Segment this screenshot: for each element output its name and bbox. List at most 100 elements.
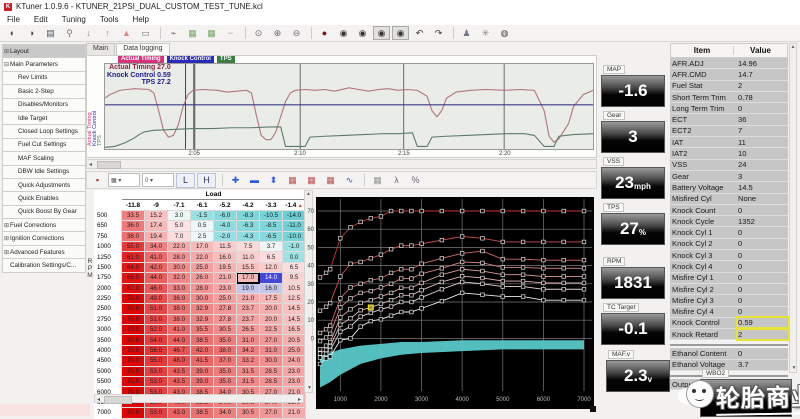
zoom-out-icon[interactable]: ⊖ (288, 26, 305, 40)
gear-icon[interactable]: ✳ (477, 26, 494, 40)
grid-cell[interactable]: 28.5 (259, 376, 283, 388)
grid-cell[interactable]: 21.0 (213, 272, 237, 284)
scrollbar-thumb[interactable] (97, 161, 121, 169)
window-icon[interactable]: ▭ (137, 26, 154, 40)
grid-cell[interactable]: 42.0 (144, 261, 168, 274)
grid-cell[interactable]: 41.0 (167, 324, 191, 336)
sidebar-item-main-parameters[interactable]: ⊟ Main Parameters (2, 58, 86, 72)
grid-cell[interactable]: 46.7 (167, 344, 191, 357)
grid-cell[interactable]: 70.0 (121, 292, 145, 305)
grid-cell[interactable]: 52.0 (144, 324, 168, 336)
grid-cell[interactable]: 16.0 (213, 251, 237, 263)
grid-cell[interactable]: 32.9 (190, 313, 214, 326)
tab-main[interactable]: Main (86, 43, 116, 55)
grid-cell[interactable]: 35.5 (190, 324, 214, 336)
grid-cell[interactable]: 30.0 (167, 261, 191, 274)
logging-graph[interactable] (104, 63, 594, 150)
menu-tools[interactable]: Tools (93, 15, 126, 24)
grid-cell[interactable]: 28.5 (259, 365, 283, 378)
grid-cell[interactable]: 51.0 (144, 303, 168, 315)
datalog4-icon[interactable]: ◉ (392, 26, 409, 40)
row-header[interactable]: 650 (94, 220, 122, 232)
col-header[interactable]: -4.2 (237, 200, 260, 210)
row-header[interactable]: 2750 (94, 314, 122, 325)
tab-data-logging[interactable]: Data logging (116, 43, 170, 55)
row-header[interactable]: 5500 (94, 376, 122, 387)
grid-cell[interactable]: 41.5 (190, 355, 214, 367)
table-green2-icon[interactable]: ▦ (203, 26, 220, 40)
legend-chip-knock-control[interactable]: Knock Control (166, 56, 214, 63)
undo-icon[interactable]: ↶ (411, 26, 428, 40)
grid-cell[interactable]: 46.0 (144, 282, 168, 294)
grid-cell[interactable]: 44.0 (167, 334, 191, 346)
grid-cell[interactable]: 25.0 (213, 292, 237, 305)
grid-cell[interactable]: 61.0 (121, 251, 145, 263)
web-icon[interactable]: ◍ (496, 26, 513, 40)
sidebar-item-layout[interactable]: ⊞ Layout (2, 44, 86, 59)
grid-cell[interactable]: 70.0 (121, 303, 145, 315)
grid-cell[interactable]: 70.0 (121, 313, 145, 326)
grid-cell[interactable]: 30.5 (213, 324, 237, 336)
grid-cell[interactable]: 30.0 (190, 292, 214, 305)
grid-cell[interactable]: 55.0 (144, 355, 168, 367)
grid-cell[interactable]: 33.5 (121, 209, 145, 222)
grid-cell[interactable]: 12.0 (259, 261, 283, 274)
grid-cell[interactable]: 27.8 (213, 313, 237, 326)
grid-cell[interactable]: 16.0 (259, 282, 283, 294)
sidebar-item-idle-target[interactable]: Idle Target (2, 111, 86, 126)
grid-cell[interactable]: 7.5 (236, 240, 260, 253)
grid-cell[interactable]: 41.0 (144, 251, 168, 263)
row-header[interactable]: 1250 (94, 251, 122, 263)
grid-cell[interactable]: -4.0 (213, 220, 237, 232)
grid-cell[interactable]: -6.0 (213, 209, 237, 222)
grid-cell[interactable]: 27.0 (259, 334, 283, 346)
download-icon[interactable]: ↓ (80, 26, 97, 40)
grid-cell[interactable]: 53.0 (144, 407, 168, 419)
grid-cell[interactable]: 17.5 (259, 292, 283, 305)
grid-cell[interactable]: 70.0 (121, 324, 145, 336)
col-header[interactable]: -5.2 (214, 200, 237, 210)
row-header[interactable]: 1000 (94, 241, 122, 252)
datalog1-icon[interactable]: ◉ (335, 26, 352, 40)
grid-cell[interactable]: 2.5 (190, 230, 214, 242)
grid-cell[interactable]: 32.9 (190, 303, 214, 315)
row-header[interactable]: 4500 (94, 355, 122, 367)
grid-cell[interactable]: 64.0 (121, 261, 145, 274)
grid-cell[interactable]: 30.0 (259, 355, 283, 367)
grid-cell[interactable]: -2.0 (213, 230, 237, 242)
grid-cell[interactable]: 27.8 (213, 303, 237, 315)
redo-icon[interactable]: ↷ (430, 26, 447, 40)
grid-cell[interactable]: 25.0 (190, 261, 214, 274)
grid-cell[interactable]: 49.0 (144, 292, 168, 305)
legend-chip-tps[interactable]: TPS (216, 56, 235, 63)
datalog2-icon[interactable]: ◉ (354, 26, 371, 40)
grid-cell[interactable]: 70.0 (121, 334, 145, 346)
grid-cell[interactable]: 5.0 (167, 220, 191, 232)
expander-icon[interactable]: ⊟ (3, 61, 10, 68)
map-trace-chart[interactable]: 0 10 20 30 40 50 60 70 1000 2000 3000 4000 5000 6000 7… (300, 195, 598, 413)
grid-cell[interactable]: 15.2 (144, 209, 168, 222)
menu-file[interactable]: File (0, 15, 27, 24)
grid-cell[interactable]: 19.0 (236, 282, 260, 294)
lambda-icon[interactable]: λ (388, 174, 405, 187)
table-red2-icon[interactable]: ▦ (303, 174, 320, 187)
scroll-left-icon[interactable]: ◂ (89, 161, 92, 168)
connect-icon[interactable]: ◐ (4, 26, 21, 40)
grid-cell[interactable]: -8.5 (259, 220, 283, 232)
col-header[interactable]: -7.1 (168, 200, 191, 210)
row-header[interactable]: 3500 (94, 334, 122, 346)
col-header[interactable]: -9 (145, 200, 168, 210)
record-icon[interactable]: ● (316, 26, 333, 40)
grid-cell[interactable]: -6.5 (259, 230, 283, 242)
expander-icon[interactable]: ⊞ (3, 222, 10, 229)
grid-cell[interactable]: 31.5 (236, 376, 260, 388)
grid-cell[interactable]: 6.5 (259, 251, 283, 263)
table-grey-icon[interactable]: ▦ (369, 174, 386, 187)
grid-cell[interactable]: 43.0 (167, 407, 191, 419)
grid-cell[interactable]: 70.0 (121, 365, 145, 378)
grid-cell[interactable]: 66.0 (121, 272, 145, 284)
grid-cell[interactable]: 53.0 (144, 365, 168, 378)
grid-cell[interactable]: 55.0 (121, 240, 145, 253)
sidebar-item-quick-enables[interactable]: Quick Enables (2, 192, 86, 206)
grid-cell[interactable]: 43.5 (167, 365, 191, 378)
